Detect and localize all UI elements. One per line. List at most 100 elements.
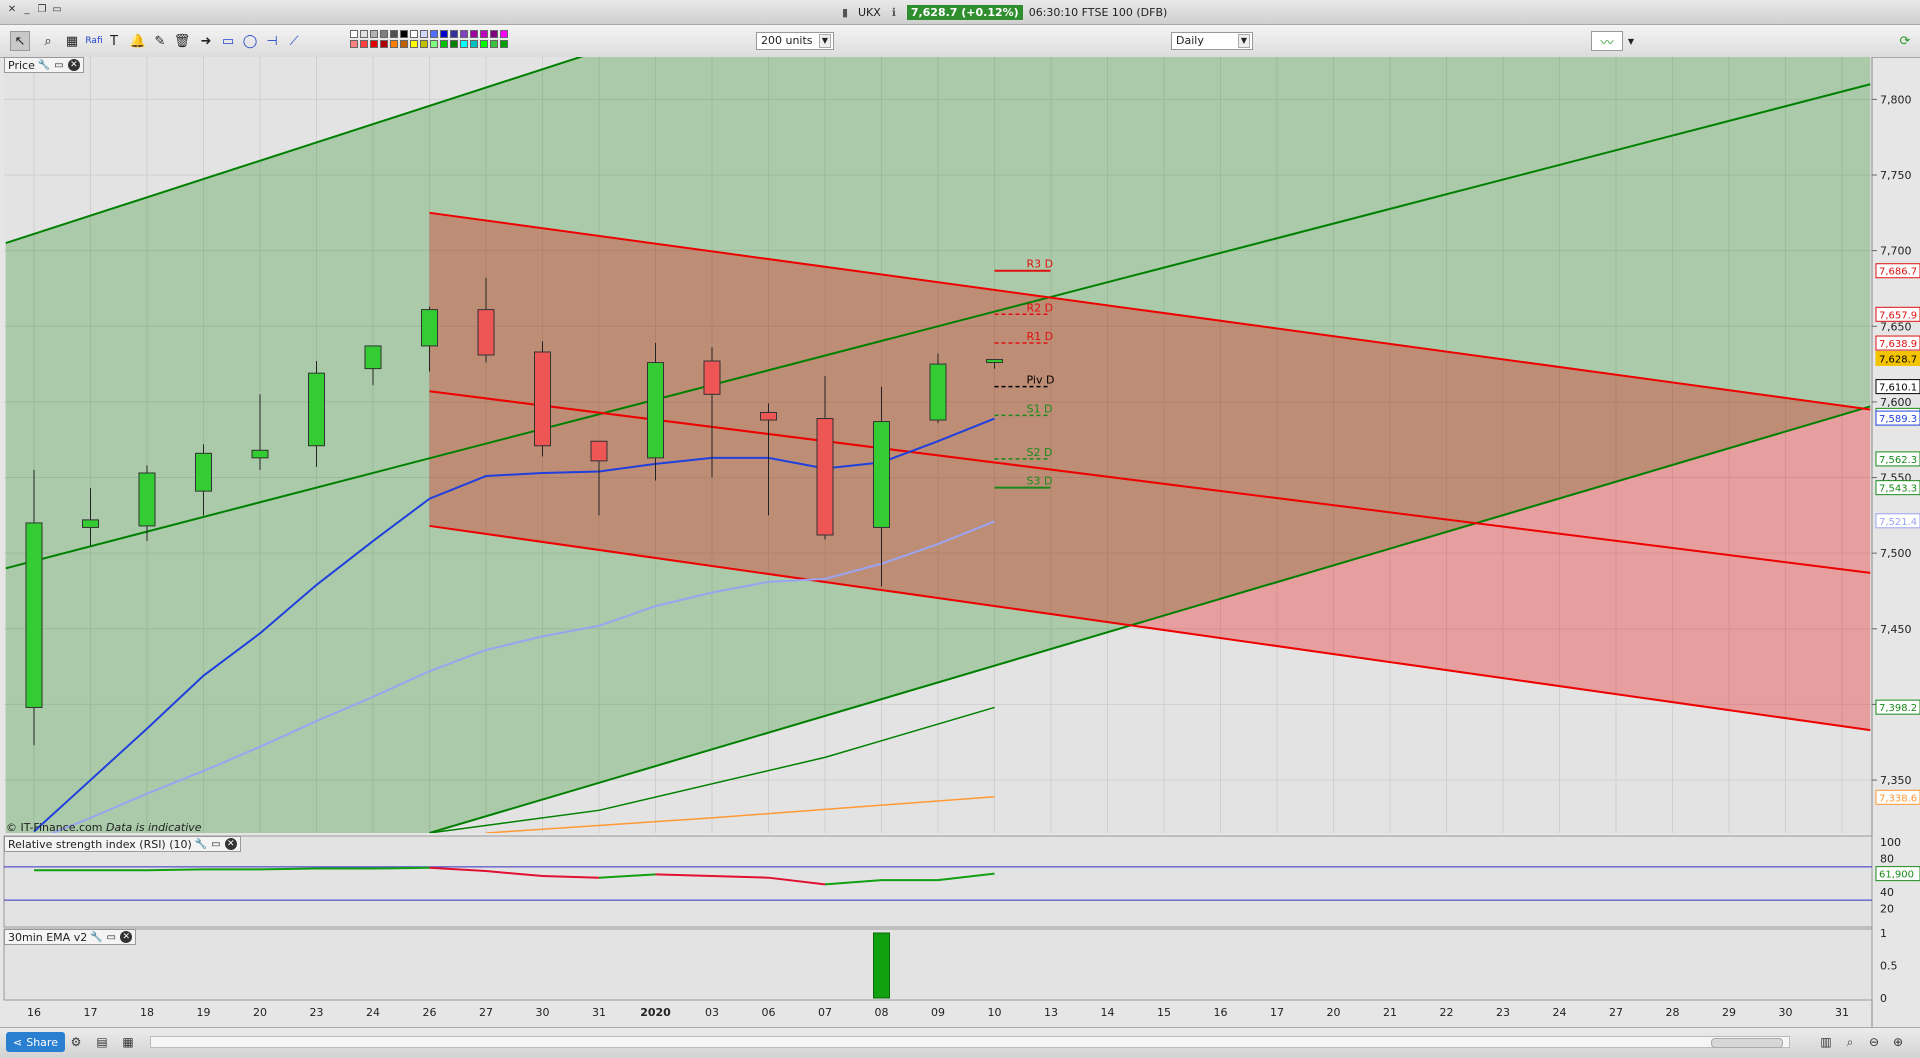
palette-swatch[interactable] xyxy=(480,40,488,48)
chevron-down-icon[interactable]: ▼ xyxy=(819,34,831,48)
print-icon[interactable]: ▤ xyxy=(94,1034,110,1050)
ema-tick-label: 1 xyxy=(1880,927,1887,940)
palette-swatch[interactable] xyxy=(450,40,458,48)
palette-swatch[interactable] xyxy=(370,40,378,48)
palette-swatch[interactable] xyxy=(480,30,488,38)
grid-icon[interactable]: ▦ xyxy=(120,1034,136,1050)
zoom-fit-icon[interactable]: ⌕ xyxy=(1842,1034,1858,1050)
close-window-icon[interactable]: ✕ xyxy=(6,4,18,16)
pointer-icon[interactable]: ↖ xyxy=(10,31,30,51)
window-icon[interactable]: ▭ xyxy=(53,59,65,71)
palette-swatch[interactable] xyxy=(360,40,368,48)
palette-swatch[interactable] xyxy=(470,40,478,48)
palette-swatch[interactable] xyxy=(410,30,418,38)
window-icon[interactable]: ▭ xyxy=(105,931,117,943)
price-label-text: 7,398.2 xyxy=(1879,703,1917,714)
palette-swatch[interactable] xyxy=(350,30,358,38)
rectangle-icon[interactable]: ▭ xyxy=(218,31,238,51)
rsi-tick-label: 100 xyxy=(1880,836,1901,849)
minimize-window-icon[interactable]: _ xyxy=(21,4,33,16)
window-icon[interactable]: ▭ xyxy=(210,838,222,850)
palette-swatch[interactable] xyxy=(420,40,428,48)
x-tick-label: 17 xyxy=(1270,1006,1284,1019)
share-button[interactable]: ⋖ Share xyxy=(6,1032,65,1052)
x-tick-label: 16 xyxy=(27,1006,41,1019)
menu-window-icon[interactable]: ▭ xyxy=(51,4,63,16)
units-select[interactable]: 200 units ▼ xyxy=(756,32,834,50)
palette-swatch[interactable] xyxy=(500,30,508,38)
zoom-out-icon[interactable]: ⊖ xyxy=(1866,1034,1882,1050)
close-panel-icon[interactable]: ✕ xyxy=(67,59,80,71)
palette-swatch[interactable] xyxy=(500,40,508,48)
x-tick-label: 30 xyxy=(536,1006,550,1019)
chevron-down-icon[interactable]: ▼ xyxy=(1625,31,1637,51)
horizontal-scrollbar[interactable] xyxy=(150,1036,1790,1048)
bar-chart-icon[interactable]: ▥ xyxy=(1818,1034,1834,1050)
draw-tools-icon[interactable]: ✎ xyxy=(150,31,170,51)
zoom-icon[interactable]: ⌕ xyxy=(38,31,58,51)
palette-swatch[interactable] xyxy=(440,40,448,48)
close-panel-icon[interactable]: ✕ xyxy=(120,931,133,943)
fibonacci-icon[interactable]: Rafi xyxy=(84,31,104,51)
palette-swatch[interactable] xyxy=(430,40,438,48)
y-tick-label: 7,350 xyxy=(1880,774,1912,787)
palette-swatch[interactable] xyxy=(380,30,388,38)
instrument-lock-icon[interactable]: ▮ xyxy=(838,5,852,19)
price-label-text: 7,610.1 xyxy=(1879,383,1917,394)
palette-swatch[interactable] xyxy=(390,30,398,38)
wrench-icon[interactable]: 🔧 xyxy=(195,838,207,850)
x-tick-label: 03 xyxy=(705,1006,719,1019)
palette-swatch[interactable] xyxy=(460,40,468,48)
price-label-text: 7,686.7 xyxy=(1879,267,1917,278)
palette-swatch[interactable] xyxy=(440,30,448,38)
close-panel-icon[interactable]: ✕ xyxy=(224,838,237,850)
palette-swatch[interactable] xyxy=(490,30,498,38)
x-tick-label: 27 xyxy=(479,1006,493,1019)
palette-swatch[interactable] xyxy=(390,40,398,48)
palette-swatch[interactable] xyxy=(430,30,438,38)
palette-swatch[interactable] xyxy=(460,30,468,38)
period-select[interactable]: Daily ▼ xyxy=(1171,32,1253,50)
text-icon[interactable]: T xyxy=(104,31,124,51)
palette-swatch[interactable] xyxy=(360,30,368,38)
x-tick-label: 06 xyxy=(762,1006,776,1019)
settings-icon[interactable]: ⚙ xyxy=(68,1034,84,1050)
palette-swatch[interactable] xyxy=(410,40,418,48)
refresh-icon[interactable]: ⟳ xyxy=(1895,31,1915,51)
wrench-icon[interactable]: 🔧 xyxy=(38,59,50,71)
delete-icon[interactable]: 🗑 xyxy=(172,31,192,51)
instrument-name[interactable]: UKX xyxy=(858,6,881,19)
palette-swatch[interactable] xyxy=(400,30,408,38)
palette-swatch[interactable] xyxy=(420,30,428,38)
scrollbar-thumb[interactable] xyxy=(1711,1038,1783,1048)
copyright-note: © IT-Finance.com Data is indicative xyxy=(6,821,202,834)
restore-window-icon[interactable]: ❐ xyxy=(36,4,48,16)
price-chart[interactable]: R3 DR2 DR1 DPiv DS1 DS2 DS3 D7,3507,4007… xyxy=(0,57,1920,1027)
info-icon[interactable]: ℹ xyxy=(887,5,901,19)
trend-line-icon[interactable]: ⟋ xyxy=(284,31,304,51)
x-tick-label: 13 xyxy=(1044,1006,1058,1019)
palette-swatch[interactable] xyxy=(450,30,458,38)
palette-swatch[interactable] xyxy=(490,40,498,48)
pivot-label: S1 D xyxy=(1027,402,1053,415)
alert-icon[interactable]: 🔔 xyxy=(128,31,148,51)
palette-swatch[interactable] xyxy=(400,40,408,48)
palette-swatch[interactable] xyxy=(370,30,378,38)
y-tick-label: 7,800 xyxy=(1880,93,1912,106)
ellipse-icon[interactable]: ◯ xyxy=(240,31,260,51)
rsi-segment xyxy=(372,866,430,870)
palette-swatch[interactable] xyxy=(350,40,358,48)
y-tick-label: 7,600 xyxy=(1880,396,1912,409)
indicators-icon[interactable]: 〰 xyxy=(1591,31,1623,51)
color-palette[interactable] xyxy=(350,30,508,48)
palette-swatch[interactable] xyxy=(470,30,478,38)
window-controls: ✕ _ ❐ ▭ xyxy=(6,4,63,16)
palette-swatch[interactable] xyxy=(380,40,388,48)
chart-type-icon[interactable]: ▦ xyxy=(62,31,82,51)
zoom-in-icon[interactable]: ⊕ xyxy=(1890,1034,1906,1050)
window-title: 06:30:10 FTSE 100 (DFB) xyxy=(1028,5,1168,19)
wrench-icon[interactable]: 🔧 xyxy=(90,931,102,943)
arrow-icon[interactable]: ➜ xyxy=(196,31,216,51)
horizontal-line-icon[interactable]: ⊣ xyxy=(262,31,282,51)
chevron-down-icon[interactable]: ▼ xyxy=(1238,34,1250,48)
